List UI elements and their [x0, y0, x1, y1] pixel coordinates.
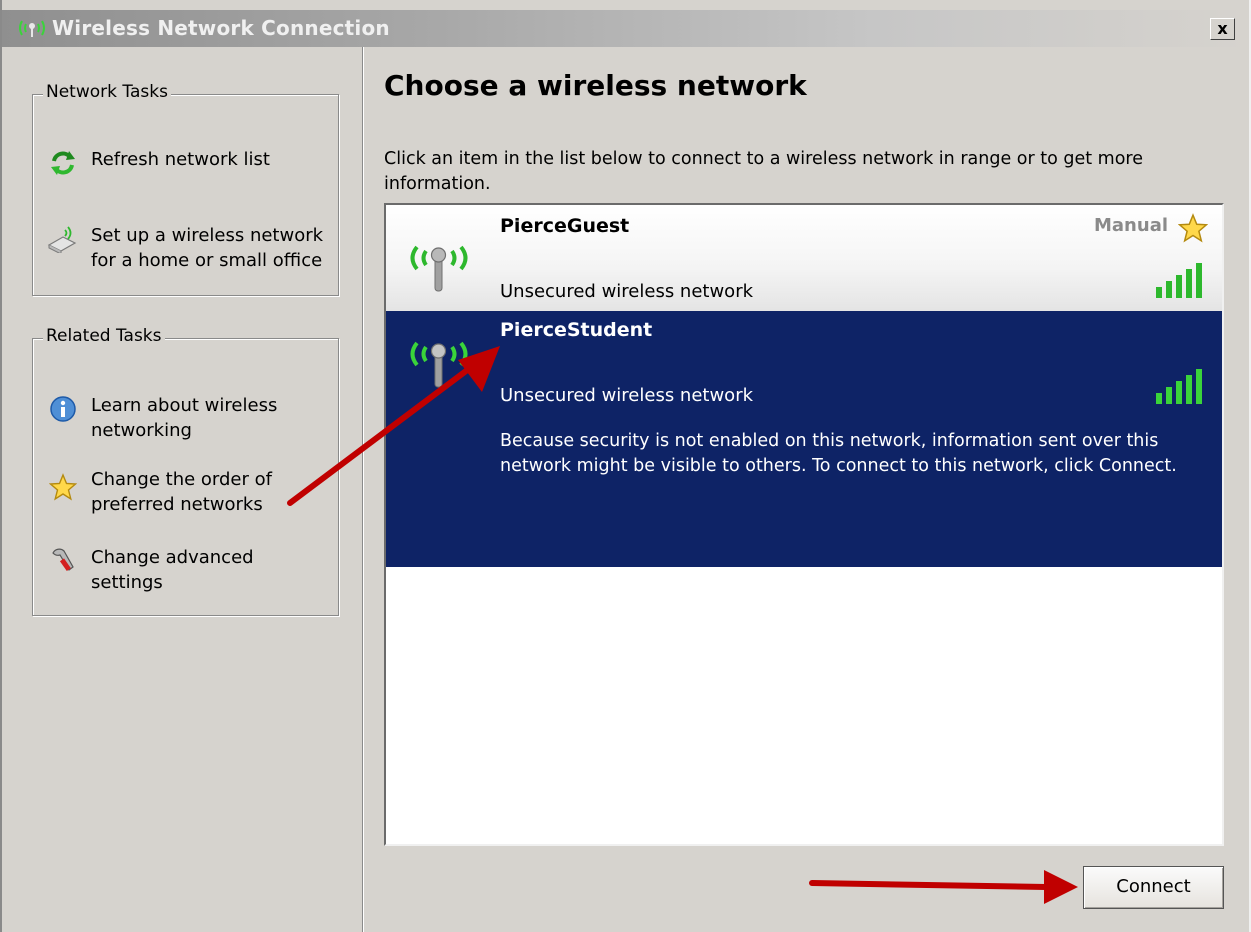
network-security-status: Unsecured wireless network — [500, 281, 754, 302]
change-network-order-link[interactable]: Change the order of preferred networks — [49, 467, 329, 519]
star-icon — [1178, 213, 1208, 243]
network-security-warning: Because security is not enabled on this … — [500, 431, 1177, 476]
network-name: PierceStudent — [500, 319, 653, 341]
connect-button[interactable]: Connect — [1083, 866, 1224, 909]
network-tasks-title: Network Tasks — [43, 82, 171, 102]
window-title: Wireless Network Connection — [52, 16, 390, 40]
title-bar[interactable]: Wireless Network Connection x — [2, 10, 1249, 47]
close-button[interactable]: x — [1210, 18, 1235, 40]
refresh-icon — [51, 151, 75, 175]
learn-wireless-label: Learn about wireless networking — [91, 395, 278, 441]
page-title: Choose a wireless network — [384, 69, 807, 102]
network-name: PierceGuest — [500, 215, 630, 237]
close-icon: x — [1217, 19, 1228, 38]
change-network-order-label: Change the order of preferred networks — [91, 469, 272, 515]
network-security-status: Unsecured wireless network — [500, 385, 754, 406]
signal-strength-icon — [1156, 369, 1202, 404]
network-chooser-pane: Choose a wireless network Click an item … — [364, 47, 1249, 932]
wireless-icon — [19, 20, 45, 37]
signal-strength-icon — [1156, 263, 1202, 298]
task-pane: Network Tasks Refresh network list Set u… — [2, 47, 363, 932]
manual-badge: Manual — [1094, 215, 1169, 236]
setup-wireless-network-label: Set up a wireless network for a home or … — [91, 225, 324, 271]
refresh-network-list-label: Refresh network list — [91, 149, 270, 170]
learn-wireless-link[interactable]: Learn about wireless networking — [49, 393, 329, 445]
change-advanced-settings-link[interactable]: Change advanced settings — [49, 545, 329, 597]
related-tasks-title: Related Tasks — [43, 326, 165, 346]
network-item-pierceguest[interactable]: PierceGuest Manual Unsecured wireless ne… — [386, 205, 1222, 311]
info-icon — [50, 396, 76, 422]
network-list[interactable]: PierceGuest Manual Unsecured wireless ne… — [384, 203, 1224, 846]
wireless-antenna-icon — [410, 245, 468, 292]
star-icon — [49, 473, 77, 501]
wireless-antenna-icon — [410, 341, 468, 388]
refresh-network-list-link[interactable]: Refresh network list — [49, 147, 329, 177]
settings-icon — [52, 548, 74, 572]
setup-wireless-network-link[interactable]: Set up a wireless network for a home or … — [47, 223, 339, 275]
wireless-connection-window: Wireless Network Connection x Network Ta… — [0, 0, 1251, 932]
related-tasks-group: Related Tasks Learn about wireless netwo… — [32, 326, 339, 616]
wireless-setup-icon — [47, 226, 77, 253]
instructions-text: Click an item in the list below to conne… — [384, 149, 1143, 194]
change-advanced-settings-label: Change advanced settings — [91, 547, 254, 593]
network-item-piercestudent[interactable]: PierceStudent Unsecured wireless network… — [386, 311, 1222, 567]
network-tasks-group: Network Tasks Refresh network list Set u… — [32, 82, 339, 296]
